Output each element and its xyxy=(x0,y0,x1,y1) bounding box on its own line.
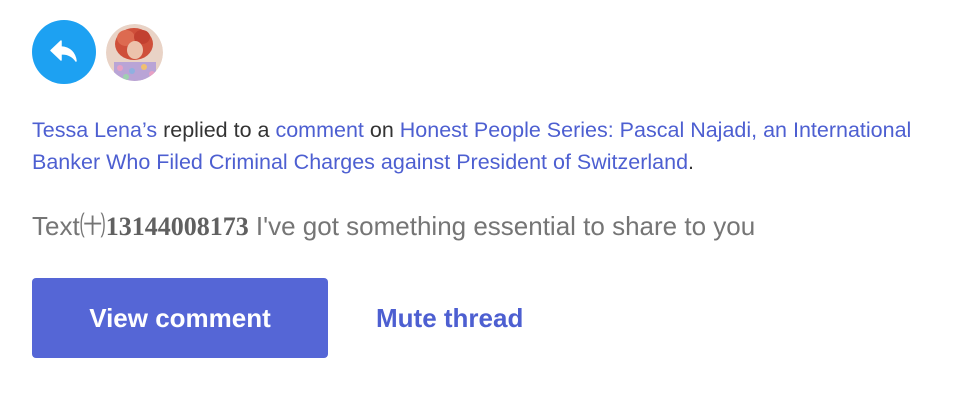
mute-thread-link[interactable]: Mute thread xyxy=(376,303,523,334)
message-prefix: Text㈩ xyxy=(32,211,106,241)
action-bar: View comment Mute thread xyxy=(32,278,523,358)
actor-link[interactable]: Tessa Lena’s xyxy=(32,118,157,142)
message-number: 13144008173 xyxy=(105,212,249,241)
reply-badge xyxy=(32,20,96,84)
message-body: I've got something essential to share to… xyxy=(248,211,756,241)
verb-text: replied to a xyxy=(163,118,270,142)
comment-preview: Text㈩13144008173 I've got something esse… xyxy=(32,208,755,245)
notification-icons xyxy=(32,20,163,84)
notification-text: Tessa Lena’s replied to a comment on Hon… xyxy=(32,114,932,178)
comment-link[interactable]: comment xyxy=(275,118,363,142)
view-comment-button[interactable]: View comment xyxy=(32,278,328,358)
preposition-text: on xyxy=(369,118,394,142)
end-punctuation: . xyxy=(688,150,695,174)
avatar[interactable] xyxy=(106,23,163,81)
reply-arrow-icon xyxy=(50,40,77,62)
